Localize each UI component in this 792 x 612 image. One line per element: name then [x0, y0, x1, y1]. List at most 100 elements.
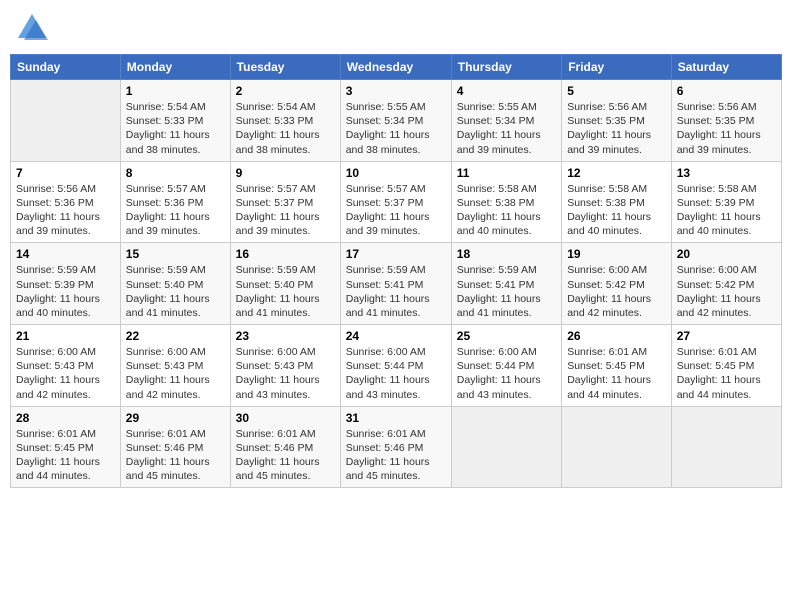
day-number: 23 — [236, 329, 335, 343]
day-info: Sunrise: 5:58 AM Sunset: 5:38 PM Dayligh… — [457, 182, 556, 239]
day-number: 8 — [126, 166, 225, 180]
day-info: Sunrise: 5:54 AM Sunset: 5:33 PM Dayligh… — [126, 100, 225, 157]
calendar-cell: 30Sunrise: 6:01 AM Sunset: 5:46 PM Dayli… — [230, 406, 340, 488]
calendar-cell — [562, 406, 672, 488]
day-number: 21 — [16, 329, 115, 343]
calendar-cell: 2Sunrise: 5:54 AM Sunset: 5:33 PM Daylig… — [230, 80, 340, 162]
calendar-day-header: Saturday — [671, 55, 781, 80]
day-info: Sunrise: 6:00 AM Sunset: 5:43 PM Dayligh… — [236, 345, 335, 402]
day-number: 3 — [346, 84, 446, 98]
day-number: 14 — [16, 247, 115, 261]
calendar-cell: 17 Sunrise: 5:59 AM Sunset: 5:41 PM Dayli… — [340, 243, 451, 325]
day-number: 27 — [677, 329, 776, 343]
logo — [14, 10, 54, 46]
day-info: Sunrise: 5:57 AM Sunset: 5:37 PM Dayligh… — [346, 182, 446, 239]
calendar-cell: 22 Sunrise: 6:00 AM Sunset: 5:43 PM Dayli… — [120, 325, 230, 407]
day-number: 2 — [236, 84, 335, 98]
day-number: 13 — [677, 166, 776, 180]
calendar-cell: 14 Sunrise: 5:59 AM Sunset: 5:39 PM Dayli… — [11, 243, 121, 325]
calendar-week-row: 21 Sunrise: 6:00 AM Sunset: 5:43 PM Dayli… — [11, 325, 782, 407]
day-number: 25 — [457, 329, 556, 343]
calendar-header-row: SundayMondayTuesdayWednesdayThursdayFrid… — [11, 55, 782, 80]
calendar-cell: 25 Sunrise: 6:00 AM Sunset: 5:44 PM Dayli… — [451, 325, 561, 407]
calendar-day-header: Wednesday — [340, 55, 451, 80]
logo-icon — [14, 10, 50, 46]
calendar-cell — [671, 406, 781, 488]
day-info: Sunrise: 5:56 AM Sunset: 5:36 PM Dayligh… — [16, 182, 115, 239]
day-number: 11 — [457, 166, 556, 180]
day-info: Sunrise: 6:00 AM Sunset: 5:44 PM Dayligh… — [457, 345, 556, 402]
day-info: Sunrise: 6:00 AM Sunset: 5:42 PM Dayligh… — [677, 263, 776, 320]
day-number: 7 — [16, 166, 115, 180]
day-number: 24 — [346, 329, 446, 343]
day-number: 22 — [126, 329, 225, 343]
calendar-cell: 1 Sunrise: 5:54 AM Sunset: 5:33 PM Daylig… — [120, 80, 230, 162]
day-info: Sunrise: 5:56 AM Sunset: 5:35 PM Dayligh… — [677, 100, 776, 157]
day-info: Sunrise: 5:57 AM Sunset: 5:36 PM Dayligh… — [126, 182, 225, 239]
day-number: 5 — [567, 84, 666, 98]
day-number: 29 — [126, 411, 225, 425]
calendar-cell: 19 Sunrise: 6:00 AM Sunset: 5:42 PM Dayli… — [562, 243, 672, 325]
day-number: 4 — [457, 84, 556, 98]
day-info: Sunrise: 6:00 AM Sunset: 5:42 PM Dayligh… — [567, 263, 666, 320]
day-info: Sunrise: 5:55 AM Sunset: 5:34 PM Dayligh… — [346, 100, 446, 157]
calendar-day-header: Friday — [562, 55, 672, 80]
day-number: 1 — [126, 84, 225, 98]
day-info: Sunrise: 5:57 AM Sunset: 5:37 PM Dayligh… — [236, 182, 335, 239]
day-number: 19 — [567, 247, 666, 261]
calendar-cell: 21 Sunrise: 6:00 AM Sunset: 5:43 PM Dayli… — [11, 325, 121, 407]
calendar-cell: 3 Sunrise: 5:55 AM Sunset: 5:34 PM Daylig… — [340, 80, 451, 162]
day-info: Sunrise: 5:56 AM Sunset: 5:35 PM Dayligh… — [567, 100, 666, 157]
calendar-cell: 28 Sunrise: 6:01 AM Sunset: 5:45 PM Dayli… — [11, 406, 121, 488]
calendar-day-header: Monday — [120, 55, 230, 80]
day-number: 17 — [346, 247, 446, 261]
calendar-cell: 11 Sunrise: 5:58 AM Sunset: 5:38 PM Dayli… — [451, 161, 561, 243]
day-number: 26 — [567, 329, 666, 343]
calendar-day-header: Tuesday — [230, 55, 340, 80]
calendar-cell: 12 Sunrise: 5:58 AM Sunset: 5:38 PM Dayli… — [562, 161, 672, 243]
calendar-cell: 31 Sunrise: 6:01 AM Sunset: 5:46 PM Dayli… — [340, 406, 451, 488]
day-info: Sunrise: 5:55 AM Sunset: 5:34 PM Dayligh… — [457, 100, 556, 157]
day-info: Sunrise: 6:00 AM Sunset: 5:43 PM Dayligh… — [126, 345, 225, 402]
day-info: Sunrise: 5:58 AM Sunset: 5:38 PM Dayligh… — [567, 182, 666, 239]
calendar-cell — [11, 80, 121, 162]
calendar-week-row: 28 Sunrise: 6:01 AM Sunset: 5:45 PM Dayli… — [11, 406, 782, 488]
day-info: Sunrise: 6:00 AM Sunset: 5:44 PM Dayligh… — [346, 345, 446, 402]
day-info: Sunrise: 5:59 AM Sunset: 5:41 PM Dayligh… — [346, 263, 446, 320]
calendar-week-row: 14 Sunrise: 5:59 AM Sunset: 5:39 PM Dayli… — [11, 243, 782, 325]
day-number: 10 — [346, 166, 446, 180]
calendar-cell: 23 Sunrise: 6:00 AM Sunset: 5:43 PM Dayli… — [230, 325, 340, 407]
page-header — [10, 10, 782, 46]
day-number: 12 — [567, 166, 666, 180]
day-number: 20 — [677, 247, 776, 261]
day-info: Sunrise: 6:01 AM Sunset: 5:46 PM Dayligh… — [346, 427, 446, 484]
calendar-cell: 5 Sunrise: 5:56 AM Sunset: 5:35 PM Daylig… — [562, 80, 672, 162]
day-info: Sunrise: 6:01 AM Sunset: 5:45 PM Dayligh… — [677, 345, 776, 402]
day-number: 31 — [346, 411, 446, 425]
calendar-cell — [451, 406, 561, 488]
day-info: Sunrise: 6:01 AM Sunset: 5:45 PM Dayligh… — [567, 345, 666, 402]
day-info: Sunrise: 5:59 AM Sunset: 5:40 PM Dayligh… — [126, 263, 225, 320]
day-info: Sunrise: 6:01 AM Sunset: 5:46 PM Dayligh… — [126, 427, 225, 484]
day-info: Sunrise: 5:58 AM Sunset: 5:39 PM Dayligh… — [677, 182, 776, 239]
calendar-cell: 20 Sunrise: 6:00 AM Sunset: 5:42 PM Dayli… — [671, 243, 781, 325]
day-info: Sunrise: 6:01 AM Sunset: 5:46 PM Dayligh… — [236, 427, 335, 484]
calendar-cell: 10 Sunrise: 5:57 AM Sunset: 5:37 PM Dayli… — [340, 161, 451, 243]
day-info: Sunrise: 5:59 AM Sunset: 5:39 PM Dayligh… — [16, 263, 115, 320]
day-info: Sunrise: 6:00 AM Sunset: 5:43 PM Dayligh… — [16, 345, 115, 402]
calendar-week-row: 1 Sunrise: 5:54 AM Sunset: 5:33 PM Daylig… — [11, 80, 782, 162]
calendar-cell: 16Sunrise: 5:59 AM Sunset: 5:40 PM Dayli… — [230, 243, 340, 325]
day-info: Sunrise: 6:01 AM Sunset: 5:45 PM Dayligh… — [16, 427, 115, 484]
day-number: 9 — [236, 166, 335, 180]
calendar-day-header: Sunday — [11, 55, 121, 80]
calendar-cell: 29 Sunrise: 6:01 AM Sunset: 5:46 PM Dayli… — [120, 406, 230, 488]
calendar-cell: 18Sunrise: 5:59 AM Sunset: 5:41 PM Dayli… — [451, 243, 561, 325]
day-number: 18 — [457, 247, 556, 261]
day-number: 28 — [16, 411, 115, 425]
calendar-day-header: Thursday — [451, 55, 561, 80]
calendar-cell: 27 Sunrise: 6:01 AM Sunset: 5:45 PM Dayli… — [671, 325, 781, 407]
calendar-cell: 6Sunrise: 5:56 AM Sunset: 5:35 PM Daylig… — [671, 80, 781, 162]
calendar-week-row: 7 Sunrise: 5:56 AM Sunset: 5:36 PM Daylig… — [11, 161, 782, 243]
calendar-cell: 8 Sunrise: 5:57 AM Sunset: 5:36 PM Daylig… — [120, 161, 230, 243]
calendar-cell: 24 Sunrise: 6:00 AM Sunset: 5:44 PM Dayli… — [340, 325, 451, 407]
